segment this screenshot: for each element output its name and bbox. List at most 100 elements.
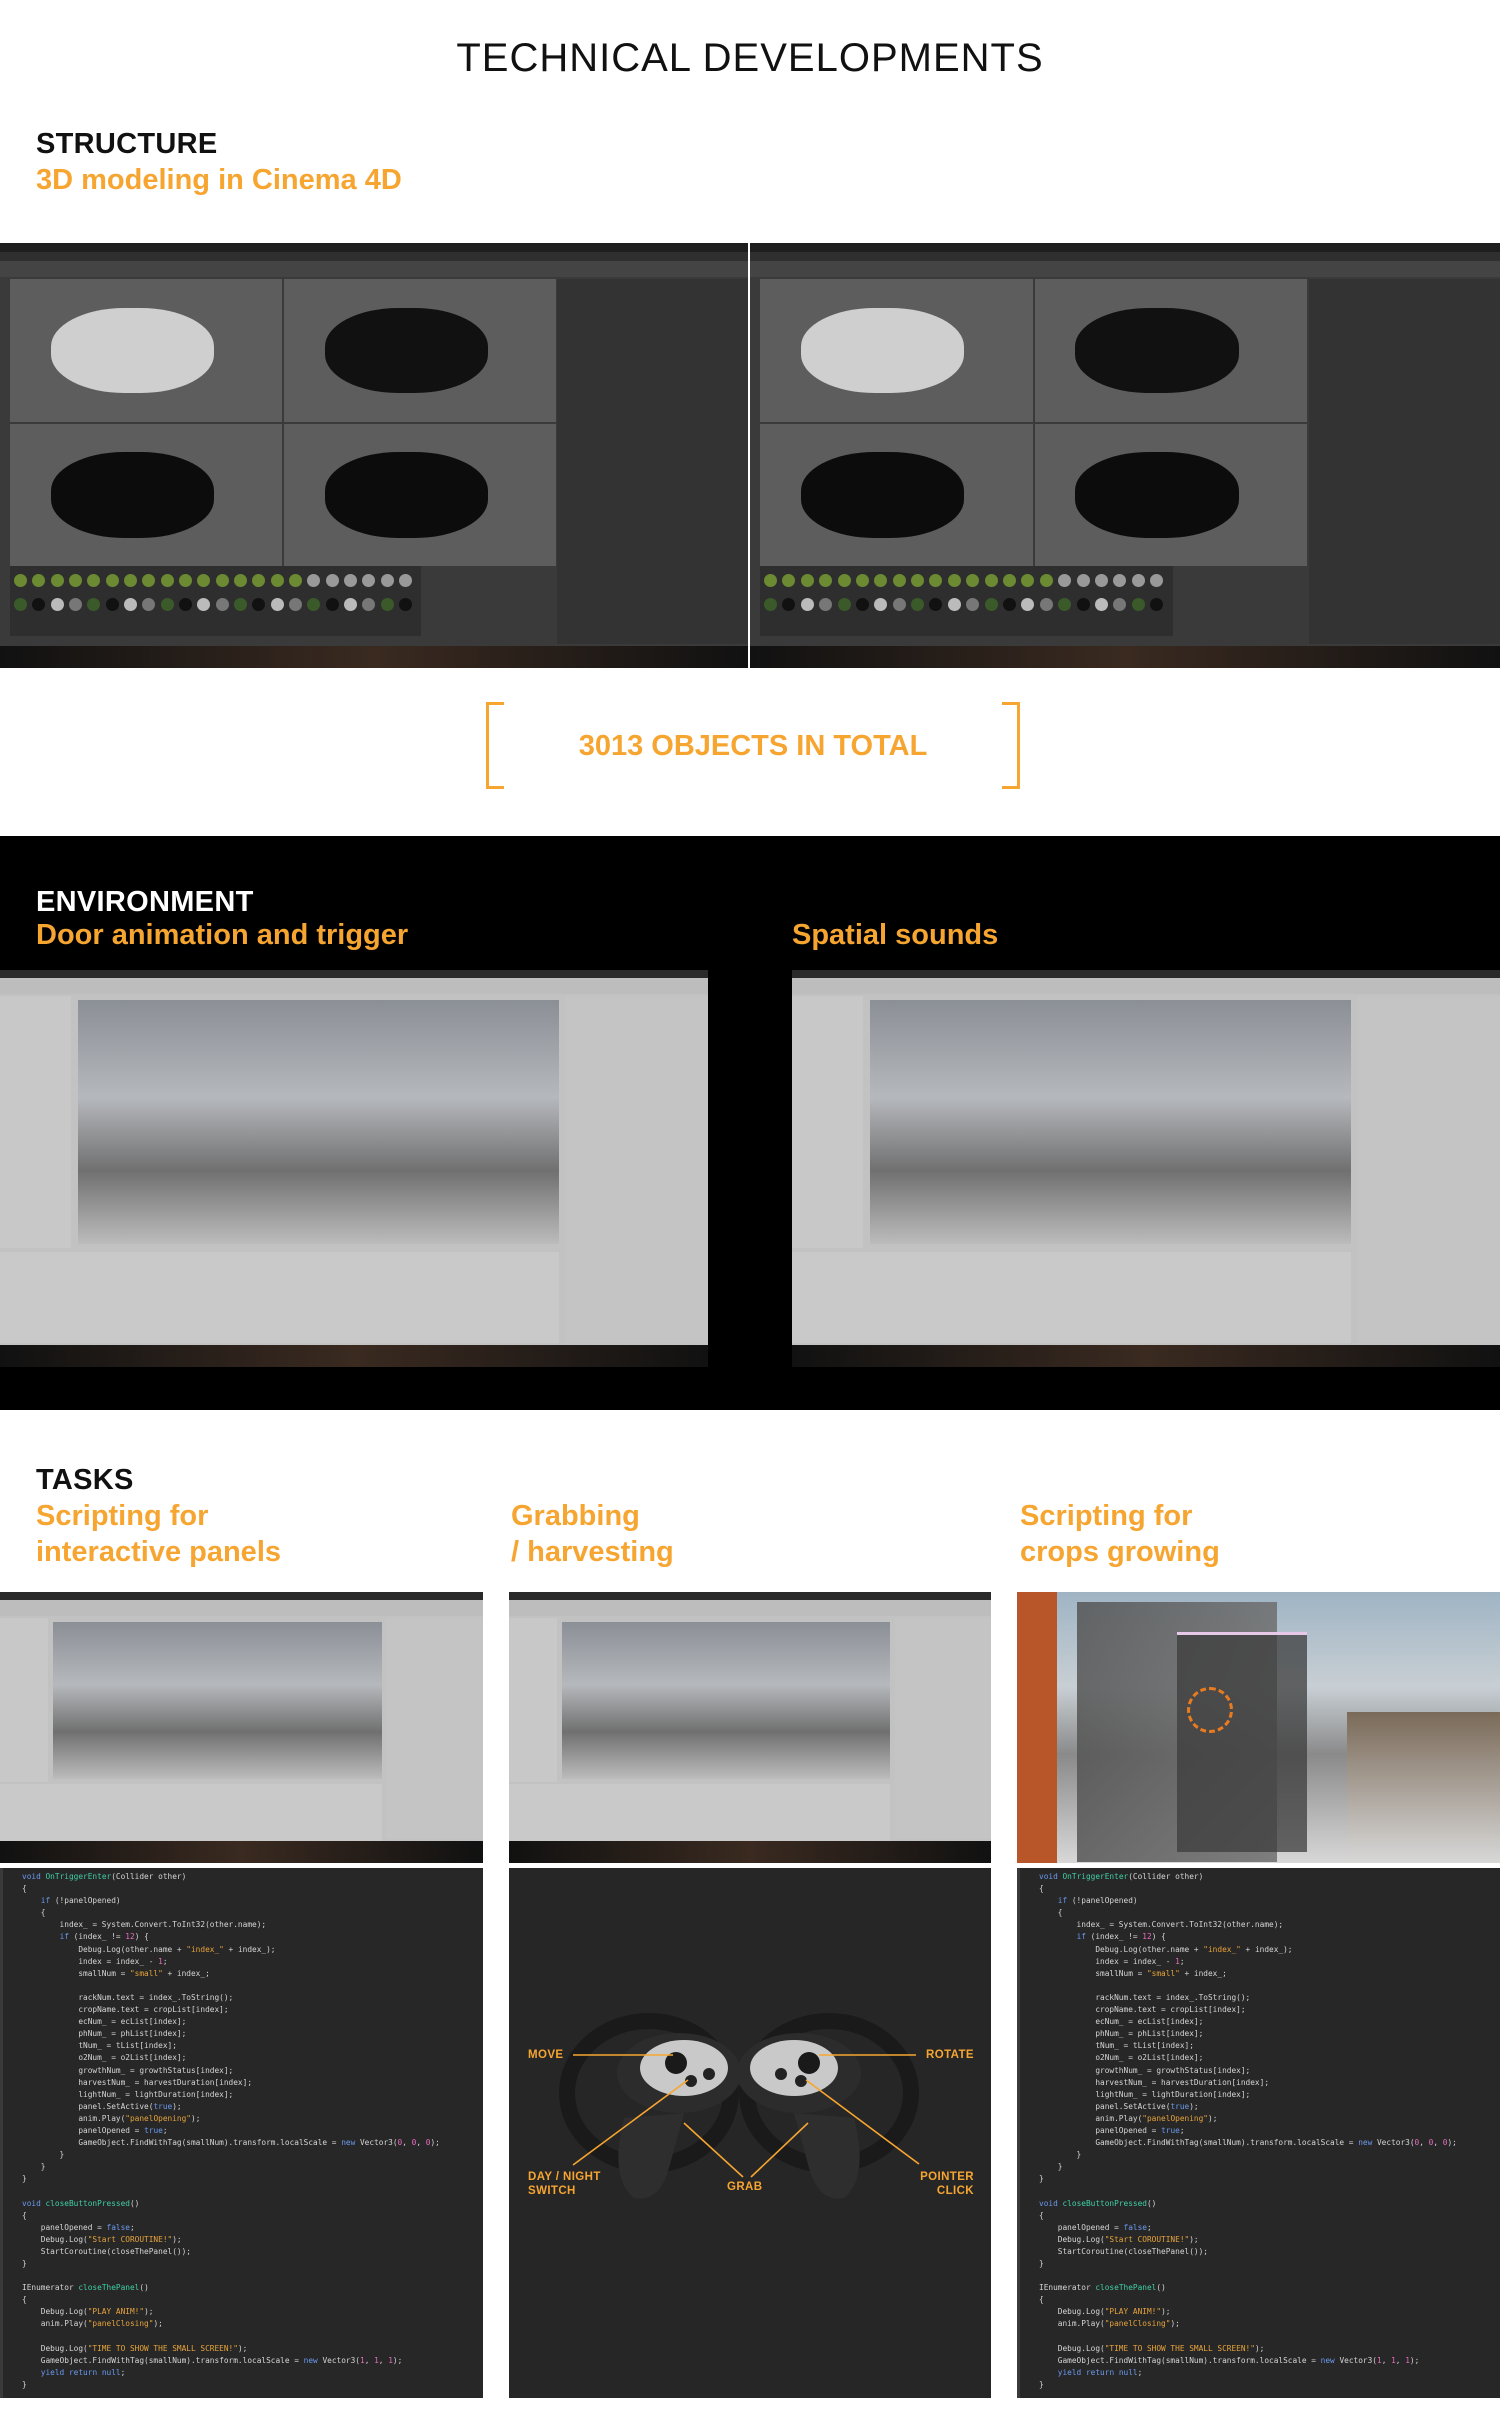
code-token: "index_" <box>186 1944 224 1954</box>
material-swatch <box>1076 574 1090 587</box>
code-token: if <box>59 1932 69 1942</box>
material-swatch <box>782 574 796 587</box>
material-swatch <box>966 574 980 587</box>
code-line: } <box>22 2162 46 2172</box>
scene-view <box>53 1622 382 1779</box>
code-line: harvestNum_ = harvestDuration[index]; <box>22 2077 253 2087</box>
code-panel-interactive: void OnTriggerEnter(Collider other) { if… <box>0 1868 483 2398</box>
viewport <box>1034 279 1307 422</box>
material-swatch <box>911 598 925 611</box>
code-line: { <box>1039 2295 1044 2305</box>
inspector-panel <box>1358 996 1500 1343</box>
scene-view <box>562 1622 890 1779</box>
code-line: } <box>22 2174 27 2184</box>
code-token: "panelOpening" <box>125 2113 191 2123</box>
code-token: "index_" <box>1203 1944 1241 1954</box>
code-line: growthNum_ = growthStatus[index]; <box>22 2065 234 2075</box>
code-line: index = index_ - 1; <box>22 1956 168 1966</box>
title-bar <box>0 970 708 978</box>
label-day-night: DAY / NIGHT SWITCH <box>528 2170 601 2198</box>
toolbar <box>0 978 708 994</box>
code-line: rackNum.text = index_.ToString(); <box>1039 1992 1251 2002</box>
code-token: "small" <box>1146 1968 1180 1978</box>
material-swatch <box>32 598 46 611</box>
toolbar <box>0 261 748 277</box>
code-token: if <box>1057 1896 1068 1906</box>
material-swatch <box>380 598 394 611</box>
material-swatch <box>1113 574 1127 587</box>
code-token: "Start COROUTINE!" <box>87 2234 173 2244</box>
viewport <box>283 279 556 422</box>
material-swatch <box>892 574 906 587</box>
title-bar <box>0 243 748 252</box>
outer-racks <box>1347 1712 1500 1863</box>
code-line: { <box>22 2295 27 2305</box>
material-manager <box>10 566 422 636</box>
code-line: o2Num_ = o2List[index]; <box>1039 2053 1204 2063</box>
code-line: yield return null; <box>40 2367 126 2377</box>
code-line: GameObject.FindWithTag(smallNum).transfo… <box>22 2355 403 2365</box>
code-line: tNum_ = tList[index]; <box>22 2041 177 2051</box>
label-rotate: ROTATE <box>926 2049 974 2061</box>
code-token: true <box>153 2101 173 2111</box>
code-line: ecNum_ = ecList[index]; <box>1039 2017 1204 2027</box>
code-line: GameObject.FindWithTag(smallNum).transfo… <box>1039 2138 1457 2148</box>
model-silhouette <box>1075 452 1239 538</box>
toolbar <box>792 978 1500 994</box>
unity-door-screenshot <box>0 970 708 1367</box>
code-token: 0 <box>1414 2138 1420 2148</box>
windows-taskbar <box>750 646 1500 668</box>
task-title-crops: Scripting for crops growing <box>1020 1498 1220 1570</box>
code-line: phNum_ = phList[index]; <box>1039 2029 1204 2039</box>
material-swatch <box>362 574 376 587</box>
code-line: if (index_ != 12) { <box>1076 1932 1166 1942</box>
material-swatch <box>399 598 413 611</box>
model-silhouette <box>324 307 488 393</box>
material-swatch <box>1131 574 1145 587</box>
code-token: yield <box>1057 2367 1082 2377</box>
objects-total-text: 3013 OBJECTS IN TOTAL <box>578 730 928 762</box>
material-swatch <box>837 574 851 587</box>
windows-taskbar <box>792 1345 1500 1367</box>
code-line: yield return null; <box>1057 2367 1143 2377</box>
material-swatch <box>69 574 82 587</box>
windows-taskbar <box>0 646 748 668</box>
material-swatch <box>105 598 119 611</box>
code-line: GameObject.FindWithTag(smallNum).transfo… <box>1039 2355 1420 2365</box>
code-token: closeButtonPressed <box>1062 2198 1147 2208</box>
task-title-panels: Scripting for interactive panels <box>36 1498 281 1570</box>
code-token: true <box>1170 2101 1190 2111</box>
task-title-line: interactive panels <box>36 1536 281 1568</box>
code-token: "panelClosing" <box>1104 2319 1171 2329</box>
code-token: "small" <box>129 1968 163 1978</box>
label-grab: GRAB <box>727 2181 763 2193</box>
material-swatch <box>874 574 888 587</box>
code-line: } <box>1039 2259 1044 2268</box>
code-line: lightNum_ = lightDuration[index]; <box>1039 2089 1251 2099</box>
project-panel <box>0 1784 382 1847</box>
label-line: SWITCH <box>528 2185 576 2197</box>
code-token: null <box>1118 2367 1138 2377</box>
code-token: "TIME TO SHOW THE SMALL SCREEN!" <box>1104 2343 1255 2353</box>
code-line: Debug.Log("PLAY ANIM!"); <box>1039 2307 1171 2317</box>
material-swatch <box>874 598 888 611</box>
material-swatch <box>124 574 138 587</box>
scene-view <box>869 1000 1352 1244</box>
code-line: { <box>22 1908 46 1918</box>
code-line: void closeButtonPressed() <box>1039 2198 1157 2208</box>
material-swatch <box>1131 598 1145 611</box>
label-line: POINTER <box>920 2171 974 2183</box>
material-swatch <box>1003 598 1017 611</box>
project-panel <box>0 1251 560 1344</box>
code-token: 1 <box>1391 2355 1396 2365</box>
code-token: false <box>106 2222 130 2232</box>
menu-bar <box>750 252 1500 261</box>
title-bar <box>0 1592 483 1600</box>
code-line: tNum_ = tList[index]; <box>1039 2041 1194 2051</box>
code-line: anim.Play("panelClosing"); <box>22 2319 163 2329</box>
material-swatch <box>50 598 64 611</box>
object-manager <box>557 279 748 644</box>
code-line: if (index_ != 12) { <box>59 1932 149 1942</box>
material-swatch <box>362 598 376 611</box>
task-title-line: crops growing <box>1020 1536 1220 1568</box>
